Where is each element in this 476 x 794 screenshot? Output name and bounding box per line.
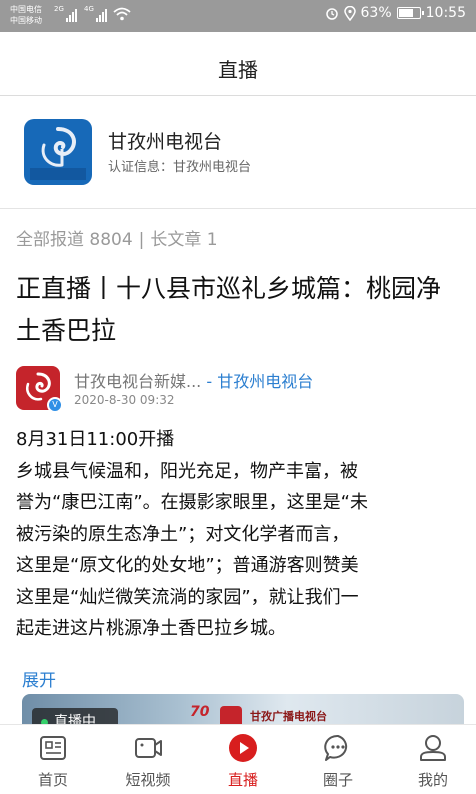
- tab-mine[interactable]: 我的: [393, 733, 473, 790]
- video-icon: [135, 738, 162, 758]
- body-line: 起走进这片桃源净土香巴拉乡城。: [16, 618, 286, 639]
- tab-label: 圈子: [322, 771, 353, 789]
- account-verification: 认证信息：甘孜州电视台: [108, 160, 252, 175]
- tab-live[interactable]: 直播: [203, 733, 283, 790]
- long-article-count: 长文章 1: [150, 230, 218, 250]
- body-line: 誉为“康巴江南”。在摄影家眼里，这里是“未: [16, 492, 368, 513]
- status-bar: 中国电信 中国移动 2G 4G 63% 10:55: [0, 0, 476, 32]
- network-type-2: 4G: [84, 5, 94, 13]
- account-name[interactable]: 甘孜州电视台: [108, 127, 222, 154]
- channel-label: 甘孜广播电视台: [250, 710, 327, 723]
- tab-circle[interactable]: 圈子: [298, 733, 378, 790]
- body-line: 乡城县气候温和，阳光充足，物产丰富，被: [16, 460, 358, 482]
- tab-label: 直播: [227, 771, 258, 789]
- page-header: 直播: [0, 32, 476, 96]
- battery-icon: [396, 7, 424, 19]
- body-line: 被污染的原生态净土”；对文化学者而言，: [16, 523, 350, 545]
- carrier-names: 中国电信 中国移动: [10, 4, 42, 26]
- alarm-icon: [325, 8, 338, 20]
- report-stats: 全部报道 8804 | 长文章 1: [16, 225, 218, 250]
- tab-home[interactable]: 首页: [13, 733, 93, 790]
- location-icon: [343, 5, 356, 21]
- body-line: 这里是“灿烂微笑流淌的家园”，就让我们一: [16, 586, 359, 608]
- tab-short-video[interactable]: 短视频: [108, 733, 188, 790]
- verified-badge-icon: V: [47, 397, 63, 413]
- network-type-1: 2G: [54, 5, 64, 13]
- article-body: 8月31日11:00开播 乡城县气候温和，阳光充足，物产丰富，被 誉为“康巴江南…: [16, 424, 466, 645]
- bottom-tab-bar: 首页 短视频 直播 圈子 我的: [0, 724, 476, 794]
- tab-label: 短视频: [125, 771, 171, 789]
- tab-label: 我的: [417, 771, 448, 789]
- stats-separator: |: [138, 230, 145, 250]
- publish-time: 2020-8-30 09:32: [74, 393, 175, 407]
- avatar[interactable]: V: [16, 366, 63, 413]
- clock: 10:55: [425, 5, 466, 21]
- carrier-2: 中国移动: [10, 16, 42, 25]
- chat-icon: [324, 734, 348, 761]
- article-author[interactable]: V 甘孜电视台新媒... - 甘孜州电视台 2020-8-30 09:32: [16, 366, 464, 413]
- body-line: 这里是“原文化的处女地”；普通游客则赞美: [16, 555, 359, 576]
- expand-link[interactable]: 展开: [22, 666, 56, 691]
- anniversary-mark: 70: [190, 704, 210, 720]
- home-icon: [40, 736, 66, 760]
- report-count: 全部报道 8804: [16, 230, 133, 250]
- author-name[interactable]: 甘孜电视台新媒...: [74, 372, 201, 391]
- account-card[interactable]: 甘孜州电视台 认证信息：甘孜州电视台: [0, 97, 476, 209]
- body-line: 8月31日11:00开播: [16, 429, 175, 450]
- live-play-icon: [229, 734, 257, 762]
- profile-icon: [420, 735, 446, 761]
- author-source[interactable]: - 甘孜州电视台: [201, 372, 313, 391]
- signal-icon: [96, 8, 107, 22]
- carrier-1: 中国电信: [10, 5, 42, 14]
- wifi-icon: [113, 7, 131, 21]
- battery-percent: 63%: [360, 5, 392, 21]
- article-title[interactable]: 正直播丨十八县市巡礼乡城篇：桃园净土香巴拉: [16, 268, 464, 352]
- signal-icon: [66, 8, 77, 22]
- page-title: 直播: [218, 58, 258, 82]
- tab-label: 首页: [37, 771, 68, 789]
- account-logo[interactable]: [24, 119, 92, 185]
